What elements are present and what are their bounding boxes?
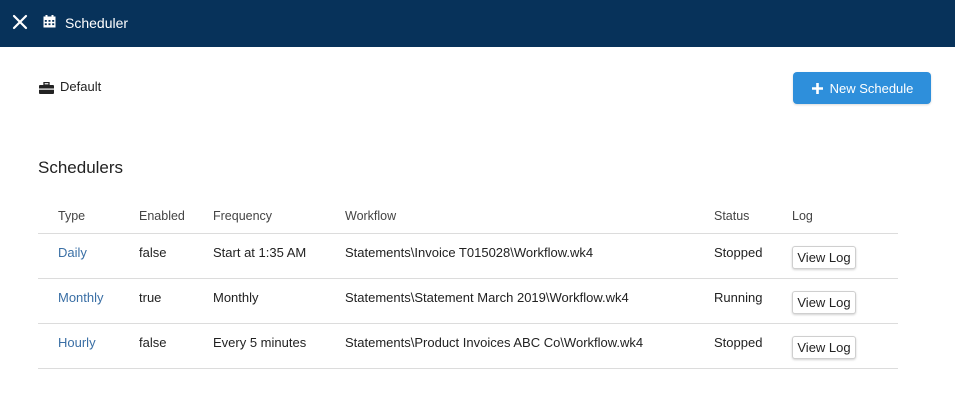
briefcase-icon [39,81,54,94]
table-row: Monthly true Monthly Statements\Statemen… [38,279,898,324]
frequency-value: Start at 1:35 AM [213,245,307,260]
window-title: Scheduler [65,15,129,31]
calendar-icon [43,15,56,28]
schedulers-table: Type Enabled Frequency Workflow Status L… [38,196,898,369]
header-frequency: Frequency [213,209,273,223]
new-schedule-button[interactable]: New Schedule [793,72,931,104]
title-bar: Scheduler [0,0,955,47]
view-log-button[interactable]: View Log [792,291,856,314]
status-value: Running [714,290,763,305]
frequency-value: Monthly [213,290,259,305]
table-header: Type Enabled Frequency Workflow Status L… [38,196,898,234]
workflow-path: Statements\Product Invoices ABC Co\Workf… [345,335,644,350]
plus-icon [811,82,824,95]
status-value: Stopped [714,245,763,260]
view-log-button[interactable]: View Log [792,336,856,359]
frequency-value: Every 5 minutes [213,335,307,350]
type-link[interactable]: Daily [58,245,87,261]
type-link[interactable]: Monthly [58,290,104,306]
workspace-label: Default [60,79,102,94]
enabled-value: false [139,245,167,260]
table-row: Daily false Start at 1:35 AM Statements\… [38,234,898,279]
close-icon[interactable] [10,12,30,32]
workflow-path: Statements\Invoice T015028\Workflow.wk4 [345,245,594,260]
workflow-path: Statements\Statement March 2019\Workflow… [345,290,629,305]
enabled-value: true [139,290,162,305]
header-workflow: Workflow [345,209,397,223]
new-schedule-label: New Schedule [829,80,914,96]
header-status: Status [714,209,750,223]
section-title: Schedulers [38,158,124,177]
view-log-button[interactable]: View Log [792,246,856,269]
status-value: Stopped [714,335,763,350]
header-type: Type [58,209,86,223]
header-enabled: Enabled [139,209,185,223]
header-log: Log [792,209,813,223]
type-link[interactable]: Hourly [58,335,96,351]
enabled-value: false [139,335,167,350]
table-row: Hourly false Every 5 minutes Statements\… [38,324,898,369]
